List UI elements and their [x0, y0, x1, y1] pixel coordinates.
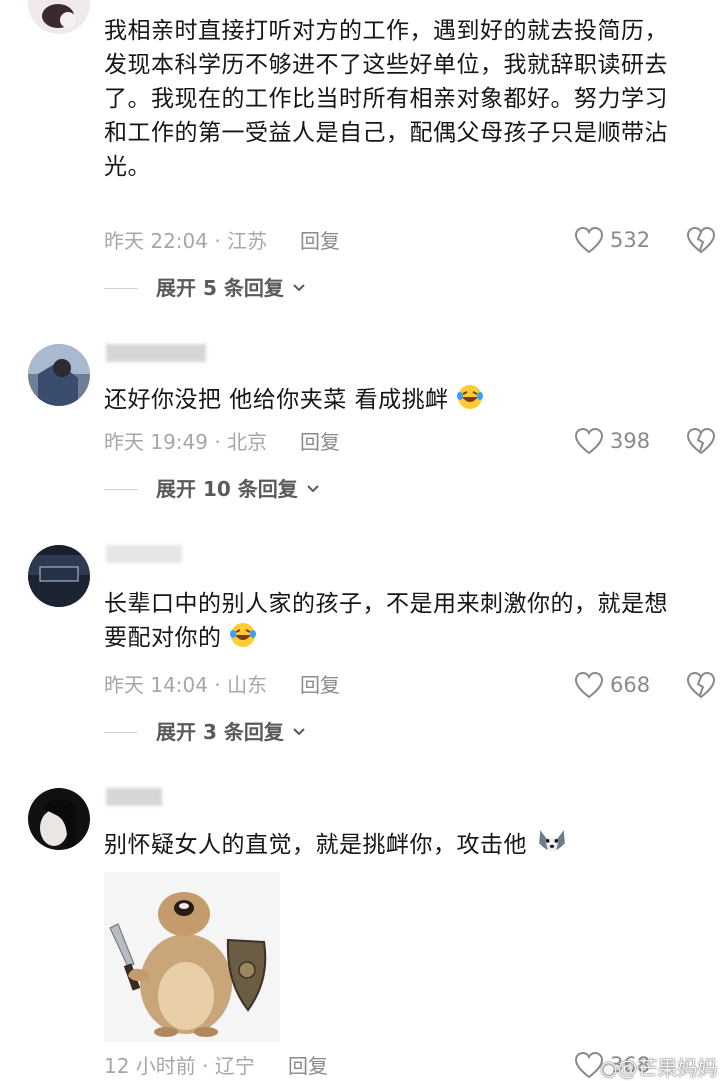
expand-replies-button[interactable]: 展开 10 条回复 — [104, 475, 320, 503]
like-button[interactable]: 398 — [574, 426, 650, 456]
comment-text: 还好你没把 他给你夹菜 看成挑衅 — [104, 383, 714, 417]
heart-icon — [574, 226, 604, 254]
dislike-icon[interactable] — [686, 225, 716, 255]
reply-button[interactable]: 回复 — [300, 428, 340, 456]
expand-replies-button[interactable]: 展开 3 条回复 — [104, 718, 306, 746]
heart-icon — [574, 427, 604, 455]
divider — [104, 287, 138, 289]
comment-meta: 昨天 14:04 · 山东 — [104, 673, 268, 697]
like-button[interactable]: 532 — [574, 225, 650, 255]
dislike-icon[interactable] — [686, 670, 716, 700]
divider — [104, 731, 138, 733]
comment-text: 我相亲时直接打听对方的工作，遇到好的就去投简历， 发现本科学历不够进不了这些好单… — [104, 18, 668, 180]
comment-meta: 昨天 22:04 · 江苏 — [104, 229, 268, 253]
weibo-icon: ◉ — [600, 1056, 618, 1080]
like-count: 668 — [610, 673, 651, 697]
chevron-down-icon — [293, 284, 305, 292]
dislike-icon[interactable] — [686, 426, 716, 456]
laugh-cry-emoji — [230, 623, 257, 647]
username-redacted — [106, 344, 206, 362]
divider — [104, 488, 138, 490]
avatar[interactable] — [28, 545, 90, 607]
meme-image[interactable] — [104, 872, 280, 1042]
chevron-down-icon — [293, 728, 305, 736]
comment-text: 别怀疑女人的直觉，就是挑衅你，攻击他 — [104, 826, 714, 862]
avatar[interactable] — [28, 0, 90, 34]
comment-text: 长辈口中的别人家的孩子，不是用来刺激你的，就是想 要配对你的 — [104, 591, 668, 651]
expand-replies-button[interactable]: 展开 5 条回复 — [104, 274, 306, 302]
avatar[interactable] — [28, 344, 90, 406]
like-count: 398 — [610, 429, 651, 453]
laugh-cry-emoji — [457, 385, 484, 409]
username-redacted — [106, 545, 182, 563]
username-redacted — [106, 788, 162, 806]
dog-emoji — [538, 830, 565, 852]
chevron-down-icon — [307, 485, 319, 493]
like-button[interactable]: 668 — [574, 670, 650, 700]
comment-meta: 12 小时前 · 辽宁 — [104, 1054, 255, 1078]
reply-button[interactable]: 回复 — [300, 671, 340, 699]
watermark: ◉@芒果妈妈 — [600, 1056, 718, 1080]
reply-button[interactable]: 回复 — [288, 1052, 328, 1080]
heart-icon — [574, 671, 604, 699]
avatar[interactable] — [28, 788, 90, 850]
comment-meta: 昨天 19:49 · 北京 — [104, 430, 268, 454]
like-count: 532 — [610, 228, 651, 252]
reply-button[interactable]: 回复 — [300, 227, 340, 255]
